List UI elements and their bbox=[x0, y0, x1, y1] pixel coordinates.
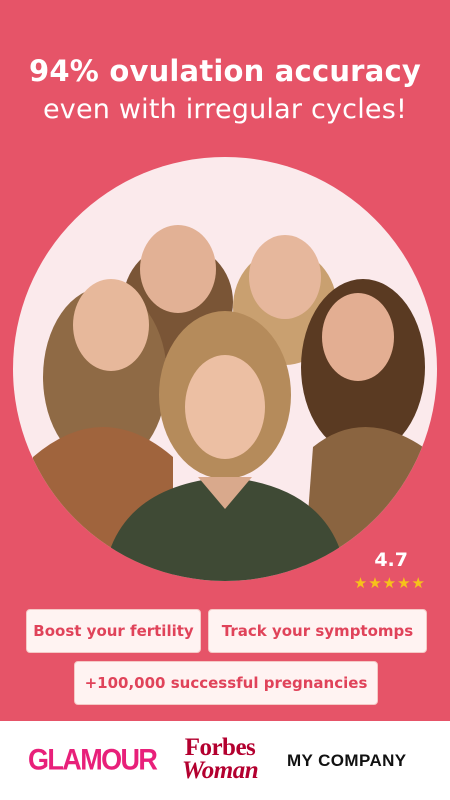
glamour-logo: GLAMOUR bbox=[28, 743, 158, 777]
forbes-woman-logo: Forbes Woman bbox=[170, 734, 270, 784]
headline-line-2: even with irregular cycles! bbox=[42, 94, 408, 125]
forbes-logo-line-2: Woman bbox=[181, 757, 259, 784]
forbes-logo-line-1: Forbes bbox=[184, 734, 256, 761]
press-logos-bar: GLAMOUR Forbes Woman MY COMPANY bbox=[0, 721, 450, 800]
group-photo-illustration bbox=[23, 225, 437, 581]
rating-value: 4.7 bbox=[374, 549, 408, 571]
feature-chip-track-symptoms: Track your symptomps bbox=[208, 609, 427, 653]
headline-line-1: 94% ovulation accuracy bbox=[29, 54, 421, 88]
feature-chip-pregnancies: +100,000 successful pregnancies bbox=[74, 661, 378, 705]
headline: 94% ovulation accuracy even with irregul… bbox=[0, 52, 450, 130]
my-company-logo: MY COMPANY bbox=[287, 751, 407, 770]
feature-chip-boost-fertility: Boost your fertility bbox=[26, 609, 201, 653]
rating-stars-icon: ★★★★★ bbox=[353, 574, 426, 592]
group-photo bbox=[13, 157, 437, 581]
